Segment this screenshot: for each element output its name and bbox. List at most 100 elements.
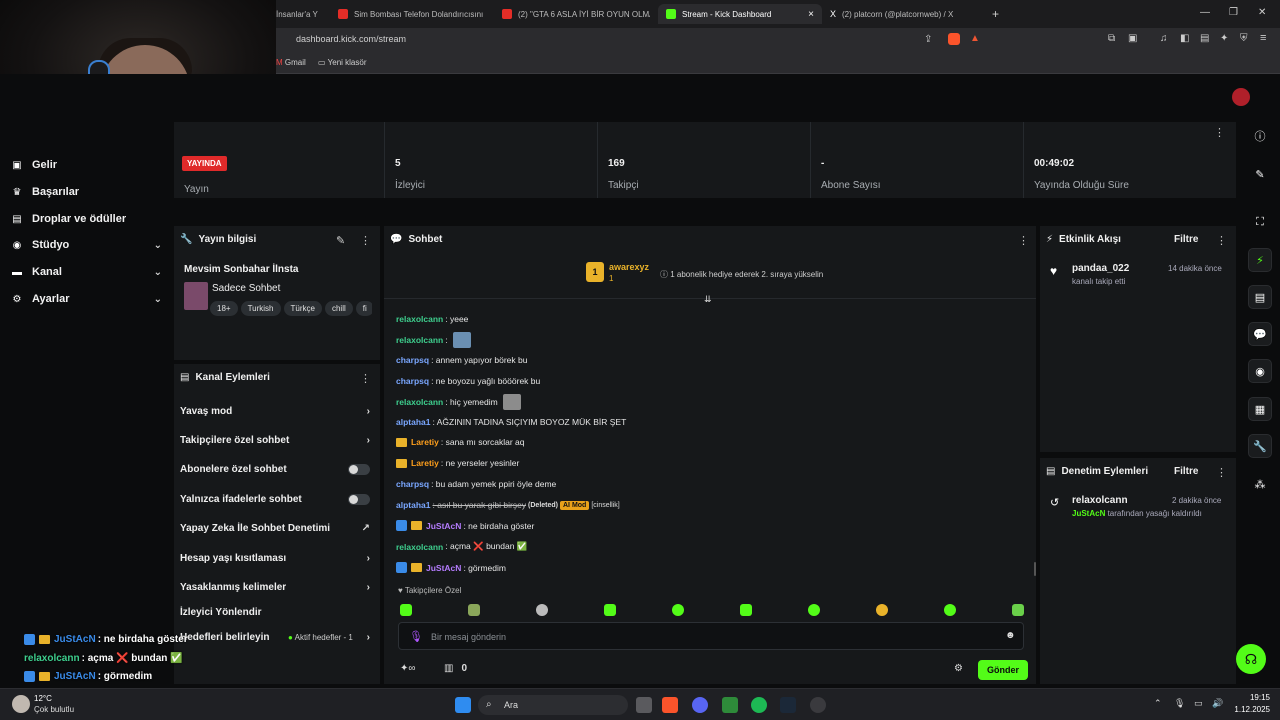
minimize-button[interactable]: — — [1200, 7, 1210, 18]
weather-icon[interactable] — [12, 695, 30, 713]
emote-button[interactable] — [808, 604, 820, 616]
store-icon[interactable]: ▥ — [444, 663, 453, 674]
new-tab-button[interactable]: + — [992, 7, 999, 21]
crown-badge-icon — [411, 521, 422, 530]
discord-icon[interactable] — [692, 697, 708, 713]
action-account-age[interactable]: Hesap yaşı kısıtlaması › — [180, 550, 376, 566]
browser-tab[interactable]: (2) "GTA 6 ASLA İYİ BİR OYUN OLMA — [502, 4, 650, 24]
action-ai-moderation[interactable]: Yapay Zeka İle Sohbet Denetimi ↗ — [180, 520, 376, 536]
edit-icon[interactable]: ✎ — [1248, 162, 1272, 186]
leo-ai-icon[interactable]: ✦ — [1220, 33, 1228, 44]
emote-button[interactable] — [400, 604, 412, 616]
emote-only-toggle[interactable] — [348, 493, 370, 505]
windows-start-icon[interactable] — [455, 697, 471, 713]
chat-icon[interactable]: 💬 — [1248, 322, 1272, 346]
emote-button[interactable] — [604, 604, 616, 616]
emote-button[interactable] — [536, 604, 548, 616]
sidebar-item-studio[interactable]: ◉ Stüdyo ⌄ — [12, 236, 162, 254]
fullscreen-icon[interactable]: ⛶ — [1248, 210, 1272, 234]
layout-icon[interactable]: ⁂ — [1248, 472, 1272, 496]
kebab-menu-icon[interactable]: ⋮ — [1216, 466, 1227, 479]
edit-icon[interactable]: ✎ — [336, 234, 345, 247]
vpn-icon[interactable]: ⛨ — [1240, 33, 1248, 44]
kebab-menu-icon[interactable]: ⋮ — [1216, 234, 1227, 247]
kebab-menu-icon[interactable]: ⋮ — [360, 234, 371, 247]
sidebar-item-channel[interactable]: ▬ Kanal ⌄ — [12, 263, 162, 281]
emote-button[interactable] — [740, 604, 752, 616]
support-headset-icon[interactable]: ☊ — [1236, 644, 1266, 674]
emote-button[interactable] — [876, 604, 888, 616]
scroll-indicator-icon[interactable]: ⇊ — [704, 294, 712, 305]
url-field[interactable]: dashboard.kick.com/stream — [296, 34, 406, 44]
task-view-icon[interactable] — [636, 697, 652, 713]
chat-input[interactable]: 🎙 Bir mesaj gönderin ☻ — [398, 622, 1024, 650]
browser-tab-active[interactable]: Stream - Kick Dashboard × — [658, 4, 822, 24]
sidebar-item-settings[interactable]: ⚙ Ayarlar ⌄ — [12, 290, 162, 308]
top-gifter-name[interactable]: awarexyz — [609, 262, 649, 272]
emote-button[interactable] — [468, 604, 480, 616]
action-goals[interactable]: Hedefleri belirleyin ● Aktif hedefler - … — [180, 629, 376, 645]
tag: fi — [355, 301, 372, 316]
sidebar-item-revenue[interactable]: ▣ Gelir — [12, 156, 162, 174]
clock-time[interactable]: 19:15 — [1232, 693, 1270, 702]
chat-settings-icon[interactable]: ⚙ — [954, 663, 963, 674]
action-followers-only[interactable]: Takipçilere özel sohbet › — [180, 432, 376, 448]
obs-icon[interactable] — [810, 697, 826, 713]
browser-tab[interactable]: X (2) platcorn (@platcornweb) / X — [830, 4, 980, 24]
emote-button[interactable] — [1012, 604, 1024, 616]
microphone-icon[interactable]: 🎙 — [409, 630, 423, 643]
taskbar-search[interactable]: ⌕ Ara — [478, 695, 628, 715]
action-banned-words[interactable]: Yasaklanmış kelimeler › — [180, 579, 376, 595]
channel-icon: ▬ — [12, 266, 22, 278]
user-avatar[interactable] — [1232, 88, 1250, 106]
bookmark-folder[interactable]: ▭ Yeni klasör — [318, 58, 366, 67]
document-icon[interactable]: ▤ — [1248, 285, 1272, 309]
network-icon[interactable]: ▭ — [1194, 698, 1203, 709]
chat-scrollbar[interactable] — [1034, 562, 1036, 576]
screenshot-icon[interactable]: ▣ — [1128, 33, 1137, 44]
infinity-points-icon[interactable]: ✦∞ — [400, 663, 416, 674]
spotify-icon[interactable] — [751, 697, 767, 713]
server-icon[interactable]: ▦ — [1248, 397, 1272, 421]
event-user[interactable]: relaxolcann — [1072, 495, 1128, 506]
browser-tab[interactable]: İnsanlar'a Y — [276, 4, 322, 24]
media-icon[interactable]: ♫ — [1160, 33, 1168, 44]
broadcast-icon[interactable]: ◉ — [1248, 359, 1272, 383]
steam-icon[interactable] — [780, 697, 796, 713]
brave-rewards-icon[interactable]: ▲ — [970, 33, 980, 44]
sidebar-item-achievements[interactable]: ♛ Başarılar — [12, 183, 162, 201]
microphone-icon[interactable]: 🎙 — [1174, 698, 1185, 709]
action-slow-mode[interactable]: Yavaş mod › — [180, 403, 376, 419]
browser-tab[interactable]: Sim Bombası Telefon Dolandırıcısını — [338, 4, 486, 24]
brave-shield-icon[interactable] — [948, 33, 960, 45]
bolt-icon[interactable]: ⚡ — [1248, 248, 1272, 272]
share-icon[interactable]: ⇪ — [924, 34, 932, 45]
emoji-picker-icon[interactable]: ☻ — [1005, 630, 1016, 641]
sidebar-toggle-icon[interactable]: ◧ — [1180, 33, 1189, 44]
sidebar-item-drops[interactable]: ▤ Droplar ve ödüller — [12, 210, 162, 228]
wallet-icon[interactable]: ▤ — [1200, 33, 1209, 44]
volume-icon[interactable]: 🔊 — [1212, 698, 1223, 709]
brave-icon[interactable] — [662, 697, 678, 713]
subscribers-only-toggle[interactable] — [348, 463, 370, 475]
bookmark-gmail[interactable]: M Gmail — [276, 58, 306, 67]
kebab-menu-icon[interactable]: ⋮ — [360, 372, 371, 385]
extensions-icon[interactable]: ⧉ — [1108, 33, 1115, 44]
xbox-icon[interactable] — [722, 697, 738, 713]
wrench-icon[interactable]: 🔧 — [1248, 434, 1272, 458]
clock-date[interactable]: 1.12.2025 — [1226, 705, 1270, 714]
emote-button[interactable] — [672, 604, 684, 616]
close-window-button[interactable]: ✕ — [1258, 7, 1266, 18]
event-user[interactable]: pandaa_022 — [1072, 263, 1129, 274]
close-tab-icon[interactable]: × — [808, 9, 814, 20]
moderation-filter-button[interactable]: Filtre — [1174, 466, 1198, 477]
send-button[interactable]: Gönder — [978, 660, 1028, 680]
activity-filter-button[interactable]: Filtre — [1174, 234, 1198, 245]
tray-chevron-icon[interactable]: ⌃ — [1154, 698, 1162, 709]
emote-button[interactable] — [944, 604, 956, 616]
kebab-menu-icon[interactable]: ⋮ — [1018, 234, 1029, 247]
menu-icon[interactable]: ≡ — [1260, 32, 1266, 44]
info-icon[interactable]: ⓘ — [1248, 124, 1272, 148]
maximize-button[interactable]: ❐ — [1229, 7, 1238, 18]
action-raid[interactable]: İzleyici Yönlendir — [180, 604, 376, 620]
